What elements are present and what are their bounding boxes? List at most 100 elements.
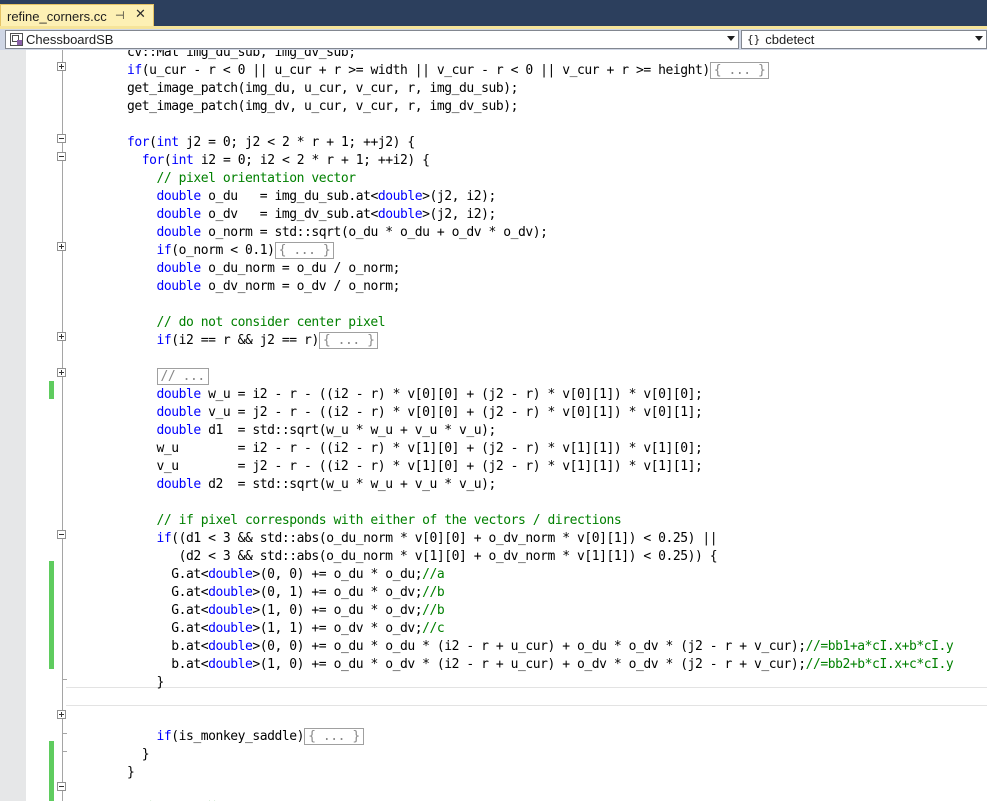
expand-outline-icon[interactable] [57, 62, 66, 71]
code-line[interactable]: cv::Mat img_du_sub, img_dv_sub; [127, 50, 356, 62]
expand-outline-icon[interactable] [57, 368, 66, 377]
code-token: (u_cur - r < 0 || u_cur + r >= width || … [141, 63, 710, 78]
code-token: v_u = j2 - r - ((i2 - r) * v[1][0] + (j2… [127, 459, 703, 474]
code-line[interactable]: // do not consider center pixel [127, 314, 386, 332]
code-line[interactable]: double d2 = std::sqrt(w_u * w_u + v_u * … [127, 476, 497, 494]
code-token: w_u = i2 - r - ((i2 - r) * v[1][0] + (j2… [127, 441, 703, 456]
code-line[interactable]: for(int i2 = 0; i2 < 2 * r + 1; ++i2) { [127, 152, 430, 170]
code-line[interactable]: // pixel orientation vector [127, 170, 357, 188]
code-token: G.at< [127, 621, 209, 636]
code-line[interactable]: } [127, 674, 165, 692]
code-line[interactable]: double v_u = j2 - r - ((i2 - r) * v[0][0… [127, 404, 703, 422]
code-token: double [377, 207, 423, 222]
code-line[interactable]: if((d1 < 3 && std::abs(o_du_norm * v[0][… [127, 530, 718, 548]
code-token: >(0, 0) += o_du * o_du; [252, 567, 423, 582]
code-line[interactable]: } [127, 746, 150, 764]
collapsed-region-button[interactable]: // ... [156, 368, 209, 385]
code-token: v_u = j2 - r - ((i2 - r) * v[0][0] + (j2… [200, 405, 703, 420]
expand-outline-icon[interactable] [57, 332, 66, 341]
code-line[interactable]: (d2 < 3 && std::abs(o_du_norm * v[1][0] … [127, 548, 718, 566]
chevron-down-icon[interactable] [727, 36, 735, 41]
expand-outline-icon[interactable] [57, 710, 66, 719]
code-line[interactable]: double o_dv = img_dv_sub.at<double>(j2, … [127, 206, 497, 224]
code-line[interactable]: G.at<double>(0, 1) += o_du * o_dv;//b [127, 584, 444, 602]
code-token: w_u = i2 - r - ((i2 - r) * v[0][0] + (j2… [200, 387, 703, 402]
code-line[interactable]: b.at<double>(0, 0) += o_du * o_du * (i2 … [127, 638, 953, 656]
code-token: if [156, 531, 172, 546]
code-token: (o_norm < 0.1) [171, 243, 275, 258]
code-line[interactable]: G.at<double>(1, 0) += o_du * o_dv;//b [127, 602, 444, 620]
code-line[interactable]: w_u = i2 - r - ((i2 - r) * v[1][0] + (j2… [127, 440, 703, 458]
code-token: b.at< [127, 639, 209, 654]
indicator-margin [0, 50, 26, 801]
code-line[interactable]: G.at<double>(1, 1) += o_dv * o_dv;//c [127, 620, 444, 638]
tab-refine-corners[interactable]: refine_corners.cc ⊣ ✕ [0, 4, 154, 27]
code-line[interactable]: if(i2 == r && j2 == r){ ... } [127, 332, 379, 350]
code-token: double [208, 657, 253, 672]
code-token: >(1, 0) += o_du * o_dv; [252, 603, 423, 618]
code-token: int [156, 135, 180, 150]
code-line[interactable]: get_image_patch(img_dv, u_cur, v_cur, r,… [127, 98, 518, 116]
code-token: if [127, 63, 142, 78]
code-line[interactable]: double o_dv_norm = o_dv / o_norm; [127, 278, 401, 296]
code-token: >(0, 1) += o_du * o_dv; [252, 585, 423, 600]
collapse-outline-icon[interactable] [57, 782, 66, 791]
namespace-braces-icon: {} [747, 33, 761, 46]
member-dropdown-value: cbdetect [765, 32, 815, 47]
code-line[interactable]: double d1 = std::sqrt(w_u * w_u + v_u * … [127, 422, 497, 440]
code-token: //a [422, 567, 445, 582]
code-line[interactable]: b.at<double>(1, 0) += o_du * o_dv * (i2 … [127, 656, 953, 674]
expand-outline-icon[interactable] [57, 242, 66, 251]
code-token: double [208, 621, 253, 636]
code-token: double [208, 585, 253, 600]
change-bar [49, 777, 54, 801]
code-line[interactable]: double o_du = img_du_sub.at<double>(j2, … [127, 188, 497, 206]
code-area[interactable]: cv::Mat img_du_sub, img_dv_sub; if(u_cur … [70, 50, 987, 801]
member-dropdown[interactable]: {} cbdetect [741, 30, 987, 49]
code-editor[interactable]: cv::Mat img_du_sub, img_dv_sub; if(u_cur … [0, 50, 987, 801]
collapsed-region-button[interactable]: { ... } [318, 332, 379, 349]
code-line[interactable]: for(int j2 = 0; j2 < 2 * r + 1; ++j2) { [127, 134, 415, 152]
close-icon[interactable]: ✕ [135, 7, 146, 22]
collapse-outline-icon[interactable] [57, 134, 66, 143]
code-line[interactable]: double w_u = i2 - r - ((i2 - r) * v[0][0… [127, 386, 703, 404]
change-bar [49, 381, 54, 399]
scope-dropdown[interactable]: ChessboardSB [5, 30, 739, 49]
chevron-down-icon[interactable] [975, 36, 983, 41]
code-line[interactable]: // if pixel corresponds with either of t… [127, 512, 622, 530]
outline-end-marker [62, 733, 67, 734]
code-token: int [171, 153, 194, 168]
code-token: G.at< [127, 603, 209, 618]
code-line[interactable]: } [127, 764, 135, 782]
pin-icon[interactable]: ⊣ [115, 9, 125, 22]
code-line[interactable]: if(u_cur - r < 0 || u_cur + r >= width |… [127, 62, 770, 80]
collapsed-region-button[interactable]: { ... } [274, 242, 335, 259]
code-line[interactable]: if(o_norm < 0.1){ ... } [127, 242, 335, 260]
code-line[interactable]: G.at<double>(0, 0) += o_du * o_du;//a [127, 566, 444, 584]
code-token: for [127, 135, 150, 150]
code-token: ( [149, 135, 157, 150]
code-token: double [208, 603, 253, 618]
code-token: i2 = 0; i2 < 2 * r + 1; ++i2) { [193, 153, 430, 168]
code-line[interactable]: // ... [127, 368, 209, 386]
code-line[interactable]: double o_du_norm = o_du / o_norm; [127, 260, 401, 278]
code-line[interactable]: v_u = j2 - r - ((i2 - r) * v[1][0] + (j2… [127, 458, 703, 476]
code-token: >(0, 0) += o_du * o_du * (i2 - r + u_cur… [252, 639, 806, 654]
code-token: >(j2, i2); [422, 207, 496, 222]
code-token: for [141, 153, 165, 168]
code-line[interactable]: if(is_monkey_saddle){ ... } [127, 728, 364, 746]
code-line[interactable]: get_image_patch(img_du, u_cur, v_cur, r,… [127, 80, 518, 98]
collapsed-region-button[interactable]: { ... } [709, 62, 770, 79]
collapse-outline-icon[interactable] [57, 152, 66, 161]
tab-title: refine_corners.cc [7, 8, 107, 24]
collapsed-region-button[interactable]: { ... } [304, 728, 364, 745]
collapse-outline-icon[interactable] [57, 530, 66, 539]
code-line[interactable]: double o_norm = std::sqrt(o_du * o_du + … [127, 224, 548, 242]
outline-end-marker [62, 751, 67, 752]
